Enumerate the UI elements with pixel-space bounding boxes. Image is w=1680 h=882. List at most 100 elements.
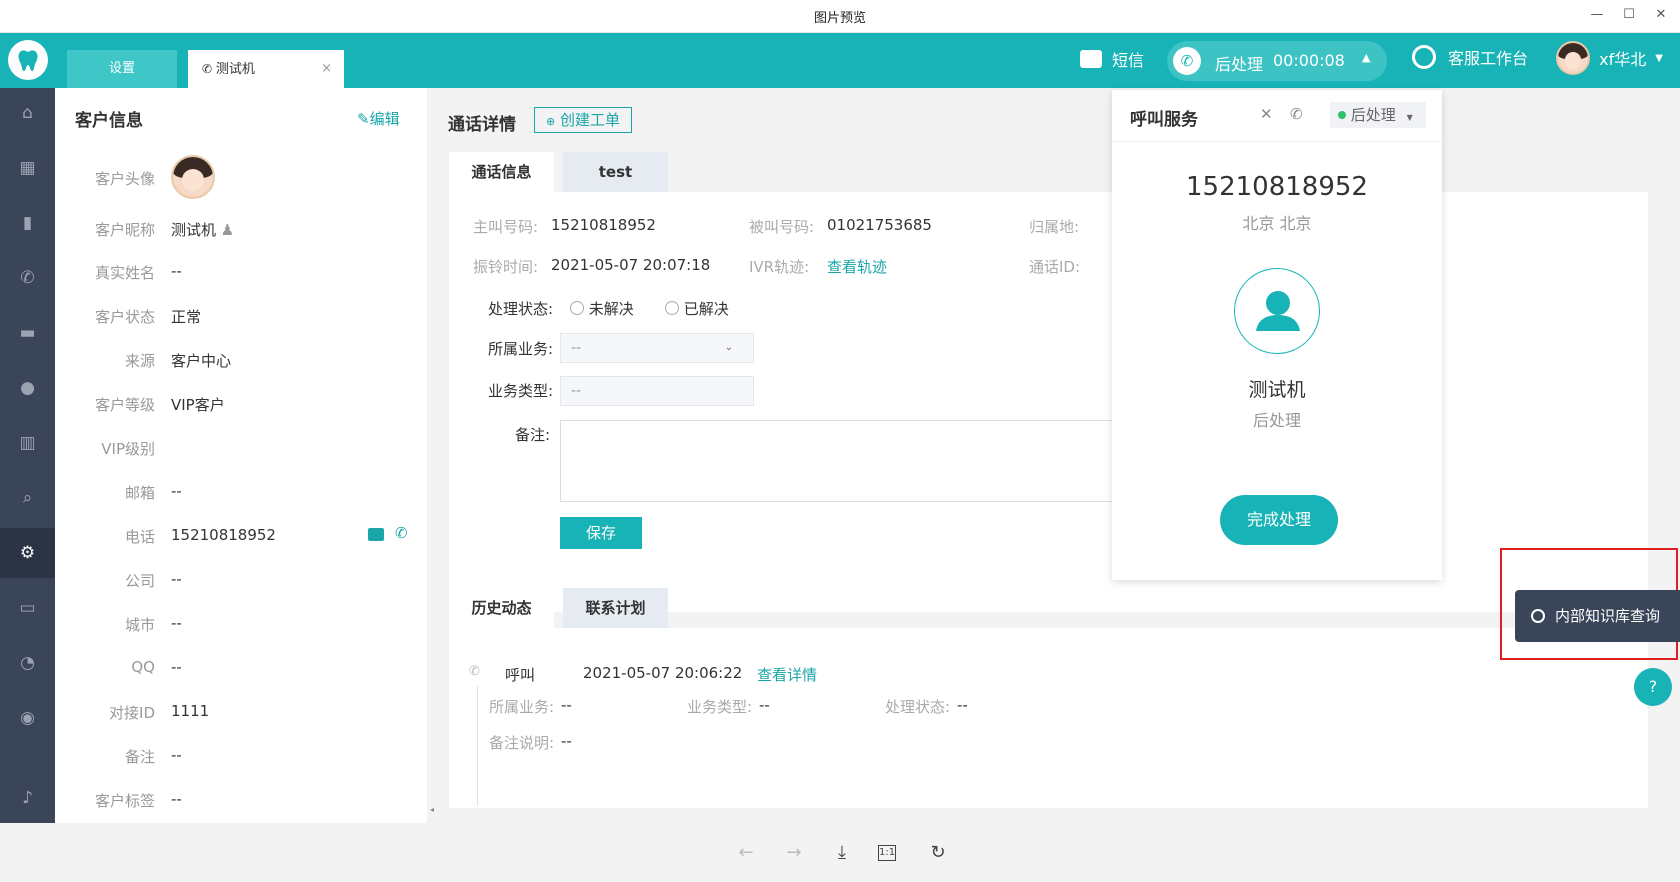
search-icon (1531, 609, 1545, 623)
status-label: 处理状态: (488, 300, 554, 318)
chevron-down-icon: ⌄ (724, 342, 733, 353)
top-bar: 设置 ✆ 测试机 × 短信 ✆ 后处理 00:00:08 ▲ 客服工作台 xf华… (0, 33, 1680, 88)
business-label: 所属业务: (488, 340, 554, 358)
radio-circle (570, 301, 584, 315)
business-value: -- (571, 340, 582, 356)
phone-icon[interactable]: ✆ (395, 524, 408, 542)
popup-name: 测试机 (1248, 379, 1306, 401)
arrow-left-icon[interactable]: ← (734, 841, 758, 865)
user-avatar (1556, 41, 1590, 75)
close-tab-icon[interactable]: × (321, 50, 332, 88)
customer-avatar (171, 155, 215, 199)
field-label: 邮箱 (124, 484, 155, 502)
sms-icon[interactable] (368, 528, 384, 541)
ring-time-label: 振铃时间: (473, 258, 539, 276)
arrow-right-icon[interactable]: → (782, 841, 806, 865)
call-status-pill[interactable]: ✆ 后处理 00:00:08 ▲ (1167, 41, 1387, 81)
headset-icon (1412, 45, 1436, 69)
tab-contact-plan[interactable]: 联系计划 (563, 588, 668, 628)
document-icon[interactable]: ▮ (0, 198, 55, 248)
sms-button[interactable]: 短信 (1080, 47, 1160, 71)
call-timer: 00:00:08 (1273, 51, 1345, 70)
maximize-button[interactable]: ☐ (1617, 4, 1641, 26)
location-label: 归属地: (1029, 218, 1080, 236)
create-ticket-button[interactable]: ⊕ 创建工单 (534, 107, 632, 133)
radio-label: 未解决 (588, 300, 634, 318)
rotate-icon[interactable]: ↻ (926, 841, 950, 865)
customer-info-panel: 客户信息 ✎编辑 客户头像 客户昵称 测试机 ♟ 真实姓名 -- 客户状态 正常… (55, 88, 427, 823)
phone-icon[interactable]: ✆ (1290, 105, 1303, 123)
timeline-line (477, 686, 478, 806)
history-type-label: 业务类型: (687, 698, 753, 716)
radio-resolved[interactable]: 已解决 (665, 298, 729, 319)
transfer-icon[interactable]: ✕ (1260, 105, 1273, 123)
type-label: 业务类型: (488, 382, 554, 400)
tab-settings[interactable]: 设置 (67, 50, 177, 88)
field-value: -- (171, 570, 182, 588)
history-business-label: 所属业务: (489, 698, 555, 716)
tab-test[interactable]: test (563, 152, 668, 192)
field-value: 正常 (171, 308, 202, 326)
phone-icon[interactable]: ✆ (0, 253, 55, 303)
chevron-down-icon: ▼ (1655, 52, 1663, 64)
tab-call-info[interactable]: 通话信息 (449, 152, 554, 192)
ivr-link[interactable]: 查看轨迹 (827, 256, 887, 277)
minimize-button[interactable]: — (1585, 4, 1609, 26)
user-icon (1256, 291, 1300, 331)
tab-test-machine[interactable]: ✆ 测试机 × (188, 50, 344, 88)
monitor-icon[interactable]: ▭ (0, 583, 55, 633)
field-value: -- (171, 746, 182, 764)
field-label: 城市 (124, 616, 155, 634)
caret-down-icon: ▼ (1406, 113, 1413, 122)
user-menu[interactable]: xf华北 ▼ (1556, 41, 1676, 75)
chart-icon[interactable]: ▥ (0, 418, 55, 468)
search-icon[interactable]: ⌕ (0, 473, 55, 523)
user-circle-icon[interactable]: ◉ (0, 693, 55, 743)
type-input[interactable]: -- (560, 376, 754, 406)
business-select[interactable]: -- ⌄ (560, 333, 754, 363)
sms-label: 短信 (1112, 51, 1145, 70)
workbench-button[interactable]: 客服工作台 (1412, 45, 1542, 69)
actual-size-icon[interactable]: 1:1 (878, 845, 896, 861)
phone-icon: ✆ (469, 664, 480, 679)
clock-icon[interactable]: ◔ (0, 638, 55, 688)
question-chat-icon: ? (1648, 677, 1658, 696)
customer-info-title: 客户信息 (75, 111, 143, 131)
edit-label: 编辑 (369, 110, 400, 128)
field-value: -- (171, 614, 182, 632)
popup-status-select[interactable]: 后处理 ▼ (1330, 102, 1426, 128)
tab-history[interactable]: 历史动态 (449, 588, 554, 628)
close-window-button[interactable]: ✕ (1649, 4, 1673, 26)
chat-icon[interactable]: ▬ (0, 308, 55, 358)
bell-icon[interactable]: ♪ (0, 773, 55, 823)
field-value: -- (171, 658, 182, 676)
history-status-label: 处理状态: (885, 698, 951, 716)
edit-button[interactable]: ✎编辑 (357, 108, 400, 129)
download-icon[interactable]: ⤓ (830, 841, 854, 865)
popup-title: 呼叫服务 (1130, 110, 1198, 130)
finish-processing-button[interactable]: 完成处理 (1220, 495, 1338, 545)
save-button[interactable]: 保存 (560, 517, 642, 549)
radio-circle (665, 301, 679, 315)
callee-label: 被叫号码: (749, 218, 815, 236)
view-detail-link[interactable]: 查看详情 (757, 664, 817, 685)
call-service-popup: 呼叫服务 ✕ ✆ 后处理 ▼ 15210818952 北京 北京 测试机 后处理… (1112, 90, 1442, 580)
field-value: 客户中心 (171, 352, 232, 370)
contacts-icon[interactable]: ● (0, 363, 55, 413)
help-chat-button[interactable]: ? (1634, 668, 1672, 706)
grid-icon[interactable]: ▦ (0, 143, 55, 193)
knowledge-base-button[interactable]: 内部知识库查询 (1515, 590, 1680, 642)
gear-icon[interactable]: ⚙ (0, 528, 55, 578)
radio-unresolved[interactable]: 未解决 (570, 298, 634, 319)
popup-state: 后处理 (1252, 411, 1301, 430)
field-label: 对接ID (109, 704, 155, 722)
caret-up-icon: ▲ (1362, 51, 1371, 64)
field-value: -- (171, 262, 182, 280)
field-label: QQ (131, 658, 155, 676)
field-label: 客户标签 (94, 792, 155, 810)
home-icon[interactable]: ⌂ (0, 88, 55, 138)
call-status: 后处理 (1215, 55, 1264, 74)
radio-label: 已解决 (683, 300, 729, 318)
customer-nickname: 测试机 ♟ (171, 221, 235, 239)
status-dot (1338, 111, 1346, 119)
